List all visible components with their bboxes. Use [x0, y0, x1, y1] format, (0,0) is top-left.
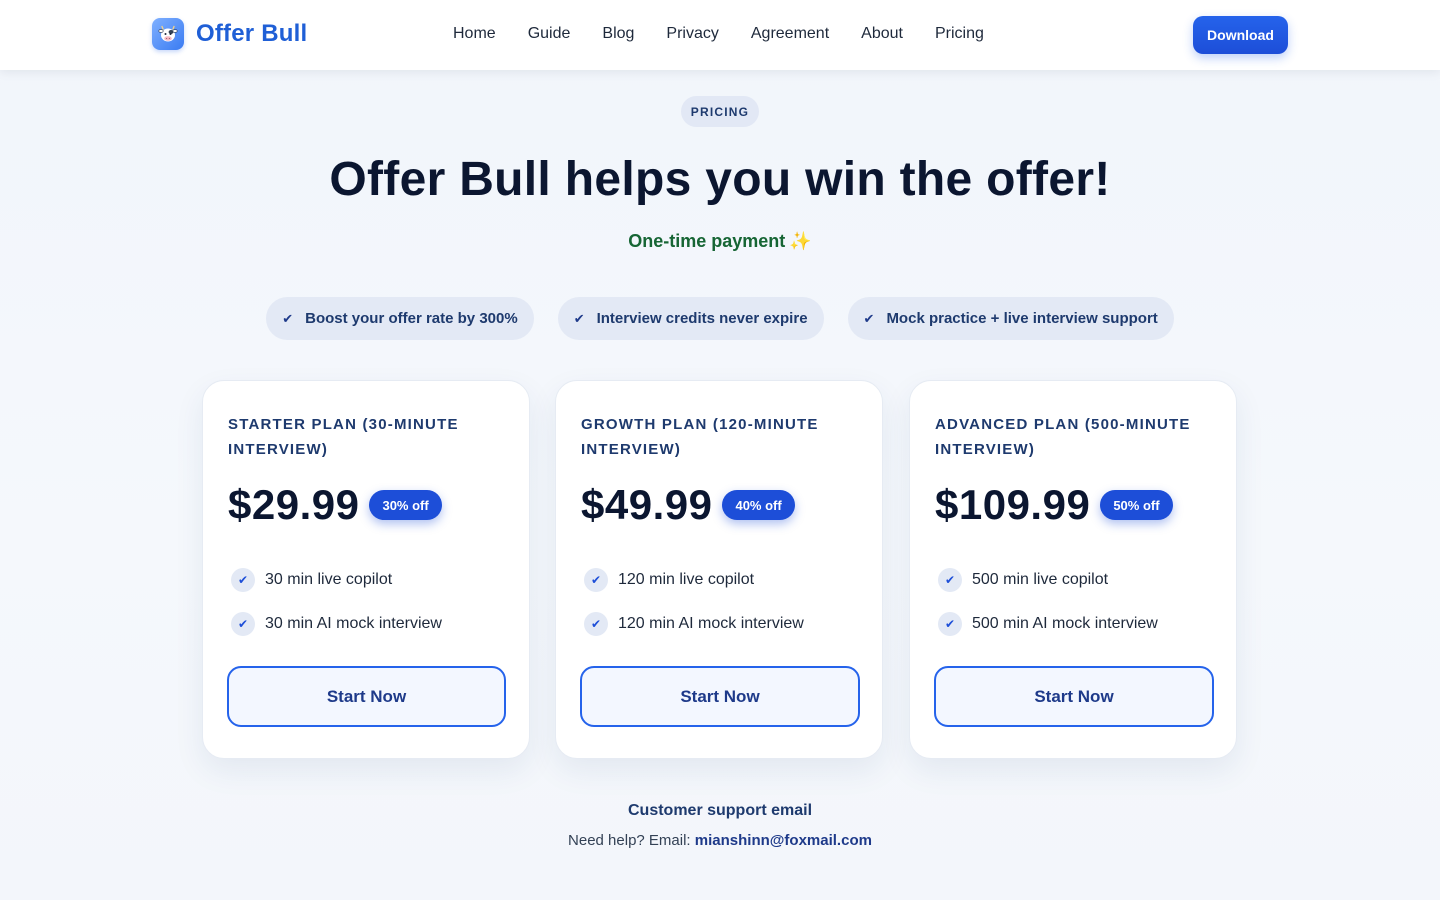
plan-features: ✔ 500 min live copilot ✔ 500 min AI mock… [938, 567, 1158, 655]
support-prefix: Need help? Email: [568, 832, 691, 849]
plan-feature-label: 120 min AI mock interview [618, 615, 804, 632]
brand-name: Offer Bull [196, 20, 308, 47]
check-icon: ✔ [231, 612, 255, 636]
check-icon: ✔ [584, 612, 608, 636]
feature-chip-label: Boost your offer rate by 300% [305, 310, 518, 327]
support-title: Customer support email [627, 802, 813, 819]
plan-name: Advanced Plan (500-minute interview) [935, 416, 1191, 458]
plan-feature-label: 500 min AI mock interview [972, 615, 1158, 632]
plan-features: ✔ 30 min live copilot ✔ 30 min AI mock i… [231, 567, 442, 655]
plan-name: Growth Plan (120-minute interview) [581, 416, 819, 458]
discount-badge: 50% off [1100, 490, 1173, 520]
list-item: ✔ 30 min AI mock interview [231, 611, 442, 637]
plan-card-starter: Starter Plan (30-minute interview) $29.9… [202, 380, 530, 759]
price-row: $49.99 40% off [581, 479, 795, 531]
brand-link[interactable]: Offer Bull [152, 18, 307, 50]
page-subtitle: One-time payment ✨ [0, 231, 1440, 252]
plan-name: Starter Plan (30-minute interview) [228, 416, 459, 458]
plan-price: $109.99 [935, 481, 1091, 528]
feature-chip-label: Mock practice + live interview support [886, 310, 1158, 327]
feature-chip-label: Interview credits never expire [596, 310, 808, 327]
plan-card-growth: Growth Plan (120-minute interview) $49.9… [555, 380, 883, 759]
list-item: ✔ 500 min live copilot [938, 567, 1158, 593]
feature-chip: ✔ Interview credits never expire [557, 297, 824, 340]
plan-feature-label: 30 min live copilot [265, 571, 393, 588]
check-icon: ✔ [938, 568, 962, 592]
site-header: Offer Bull Home Guide Blog Privacy Agree… [0, 0, 1440, 70]
support-line: Need help? Email: mianshinn@foxmail.com [0, 832, 1440, 849]
list-item: ✔ 500 min AI mock interview [938, 611, 1158, 637]
check-icon: ✔ [584, 568, 608, 592]
plan-price: $29.99 [228, 481, 360, 528]
nav-agreement[interactable]: Agreement [751, 23, 829, 45]
pricing-badge: PRICING [681, 96, 759, 127]
nav-home[interactable]: Home [453, 23, 496, 45]
plan-feature-label: 30 min AI mock interview [265, 615, 442, 632]
nav-pricing[interactable]: Pricing [935, 23, 984, 45]
list-item: ✔ 120 min live copilot [584, 567, 804, 593]
start-now-button[interactable]: Start Now [580, 666, 860, 727]
check-icon: ✔ [282, 310, 294, 326]
page-title: Offer Bull helps you win the offer! [329, 153, 1111, 206]
discount-badge: 30% off [369, 490, 442, 520]
plan-price: $49.99 [581, 481, 713, 528]
check-icon: ✔ [573, 310, 585, 326]
support-email-link[interactable]: mianshinn@foxmail.com [695, 832, 872, 849]
plan-feature-label: 500 min live copilot [972, 571, 1109, 588]
main-nav: Home Guide Blog Privacy Agreement About … [453, 23, 984, 45]
check-icon: ✔ [938, 612, 962, 636]
feature-chips: ✔ Boost your offer rate by 300% ✔ Interv… [0, 297, 1440, 340]
list-item: ✔ 30 min live copilot [231, 567, 442, 593]
nav-blog[interactable]: Blog [602, 23, 634, 45]
subtitle-text: One-time payment [628, 231, 786, 251]
feature-chip: ✔ Boost your offer rate by 300% [266, 297, 534, 340]
cow-icon [152, 18, 184, 50]
plan-feature-label: 120 min live copilot [618, 571, 755, 588]
check-icon: ✔ [863, 310, 875, 326]
plan-features: ✔ 120 min live copilot ✔ 120 min AI mock… [584, 567, 804, 655]
start-now-button[interactable]: Start Now [934, 666, 1214, 727]
nav-privacy[interactable]: Privacy [666, 23, 718, 45]
nav-guide[interactable]: Guide [528, 23, 571, 45]
feature-chip: ✔ Mock practice + live interview support [847, 297, 1174, 340]
list-item: ✔ 120 min AI mock interview [584, 611, 804, 637]
price-row: $29.99 30% off [228, 479, 442, 531]
start-now-button[interactable]: Start Now [227, 666, 506, 727]
sparkles-icon: ✨ [789, 231, 812, 251]
nav-about[interactable]: About [861, 23, 903, 45]
plan-card-advanced: Advanced Plan (500-minute interview) $10… [909, 380, 1237, 759]
download-button[interactable]: Download [1193, 16, 1288, 54]
discount-badge: 40% off [722, 490, 795, 520]
check-icon: ✔ [231, 568, 255, 592]
price-row: $109.99 50% off [935, 479, 1173, 531]
